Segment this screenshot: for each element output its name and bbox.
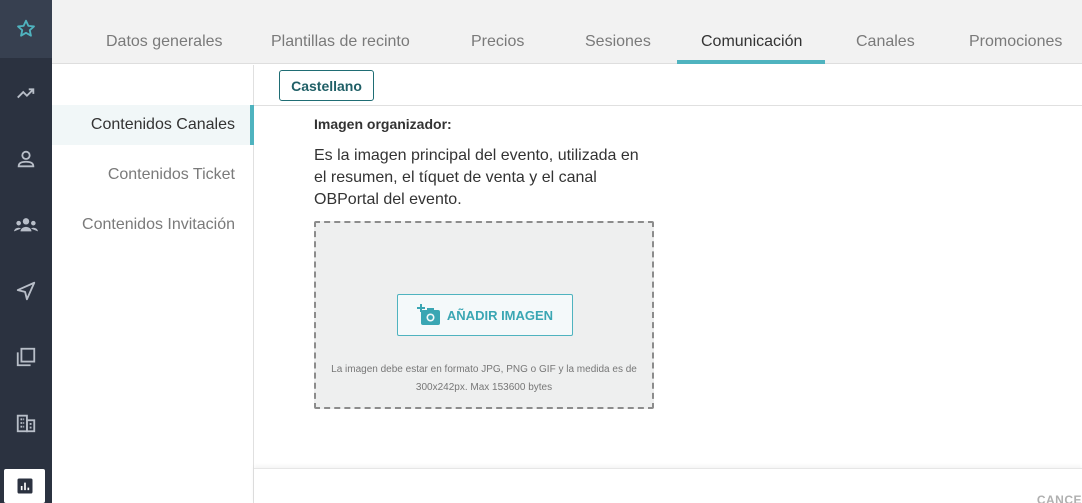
subnav-item-contenidos-canales[interactable]: Contenidos Canales xyxy=(91,116,235,134)
tab-canales[interactable]: Canales xyxy=(856,33,915,51)
nav-item-venues[interactable] xyxy=(0,403,52,443)
trending-up-icon xyxy=(17,88,35,99)
footer-bar: CANCE xyxy=(254,468,1082,503)
hint-line: La imagen debe estar en formato JPG, PNG… xyxy=(331,364,637,375)
content-subnav: Contenidos Canales Contenidos Ticket Con… xyxy=(52,65,254,503)
section-label: Imagen organizador: xyxy=(314,116,452,132)
add-image-button[interactable]: AÑADIR IMAGEN xyxy=(397,294,573,336)
copy-icon xyxy=(16,347,36,367)
language-button[interactable]: Castellano xyxy=(279,70,374,101)
nav-item-send[interactable] xyxy=(0,271,52,311)
nav-item-copies[interactable] xyxy=(0,337,52,377)
group-icon xyxy=(14,218,38,232)
building-icon xyxy=(16,414,36,433)
image-description: Es la imagen principal del evento, utili… xyxy=(314,147,639,208)
tab-promociones[interactable]: Promociones xyxy=(969,33,1062,51)
subnav-item-contenidos-invitacion[interactable]: Contenidos Invitación xyxy=(82,216,235,234)
active-tab-indicator xyxy=(677,60,825,64)
nav-item-profile[interactable] xyxy=(0,139,52,179)
nav-item-reports[interactable] xyxy=(4,469,45,503)
nav-item-groups[interactable] xyxy=(0,205,52,245)
tab-plantillas-de-recinto[interactable]: Plantillas de recinto xyxy=(271,33,410,51)
language-row: Castellano xyxy=(254,65,1082,106)
image-dropzone[interactable]: AÑADIR IMAGEN La imagen debe estar en fo… xyxy=(314,221,654,409)
nav-rail xyxy=(0,0,52,503)
hint-line: 300x242px. Max 153600 bytes xyxy=(415,382,553,393)
subnav-item-contenidos-ticket[interactable]: Contenidos Ticket xyxy=(108,166,235,184)
person-icon xyxy=(17,150,35,168)
bar-chart-icon xyxy=(17,478,32,494)
add-image-label: AÑADIR IMAGEN xyxy=(446,307,554,323)
tab-precios[interactable]: Precios xyxy=(471,33,524,51)
nav-home[interactable] xyxy=(0,0,52,58)
tab-sesiones[interactable]: Sesiones xyxy=(585,33,651,51)
send-icon xyxy=(16,281,36,301)
add-photo-icon xyxy=(416,304,440,325)
cancel-button[interactable]: CANCE xyxy=(1037,493,1082,503)
tab-comunicacion[interactable]: Comunicación xyxy=(701,33,802,51)
nav-item-analytics[interactable] xyxy=(0,73,52,113)
tab-bar: Datos generales Plantillas de recinto Pr… xyxy=(52,0,1082,64)
star-icon xyxy=(17,19,35,37)
image-requirements-hint: La imagen debe estar en formato JPG, PNG… xyxy=(326,361,642,397)
tab-datos-generales[interactable]: Datos generales xyxy=(106,33,223,51)
